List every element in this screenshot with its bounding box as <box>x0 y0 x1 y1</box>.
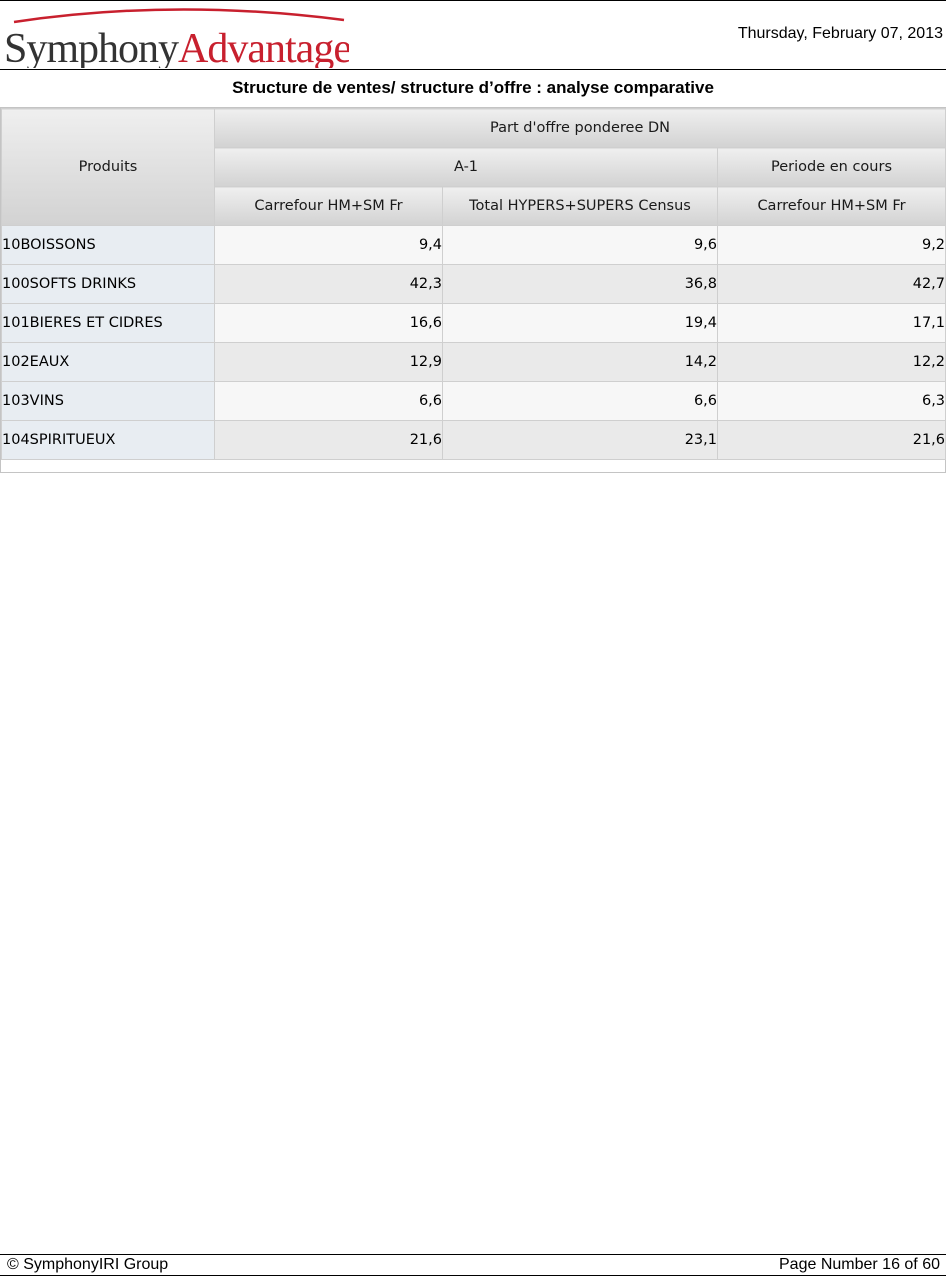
product-cell[interactable]: 100SOFTS DRINKS <box>1 264 215 304</box>
product-cell[interactable]: 104SPIRITUEUX <box>1 420 215 460</box>
value-cell: 21,6 <box>214 420 443 460</box>
report-table: Produits Part d'offre ponderee DN A-1 Pe… <box>1 108 946 460</box>
table-row: 102EAUX 12,9 14,2 12,2 <box>1 342 946 382</box>
column-header-period-current[interactable]: Periode en cours <box>716 147 946 187</box>
value-cell: 9,6 <box>442 225 718 265</box>
value-cell: 12,2 <box>716 342 946 382</box>
table-row: 10BOISSONS 9,4 9,6 9,2 <box>1 225 946 265</box>
logo-text-symphony: Symphony <box>4 26 179 68</box>
table-row: 100SOFTS DRINKS 42,3 36,8 42,7 <box>1 264 946 304</box>
value-cell: 12,9 <box>214 342 443 382</box>
value-cell: 16,6 <box>214 303 443 343</box>
column-header-period-a1[interactable]: A-1 <box>214 147 718 187</box>
value-cell: 42,3 <box>214 264 443 304</box>
table-row: 101BIERES ET CIDRES 16,6 19,4 17,1 <box>1 303 946 343</box>
report-date: Thursday, February 07, 2013 <box>737 25 943 42</box>
value-cell: 23,1 <box>442 420 718 460</box>
value-cell: 17,1 <box>716 303 946 343</box>
top-rule <box>0 0 946 1</box>
page-number: Page Number 16 of 60 <box>779 1256 940 1273</box>
report-title: Structure de ventes/ structure d’offre :… <box>232 78 714 97</box>
column-header-market-total-census[interactable]: Total HYPERS+SUPERS Census <box>442 186 718 226</box>
svg-text:SymphonyAdvantage: SymphonyAdvantage <box>4 26 349 68</box>
column-header-market-carrefour-a1[interactable]: Carrefour HM+SM Fr <box>214 186 443 226</box>
value-cell: 36,8 <box>442 264 718 304</box>
table-row: 103VINS 6,6 6,6 6,3 <box>1 381 946 421</box>
footer-bottom-rule <box>0 1275 946 1276</box>
product-cell[interactable]: 103VINS <box>1 381 215 421</box>
value-cell: 6,3 <box>716 381 946 421</box>
logo-swoosh-arc <box>13 8 345 24</box>
footer-top-rule <box>0 1254 946 1255</box>
symphony-advantage-logo: SymphonyAdvantage <box>4 4 349 68</box>
value-cell: 9,2 <box>716 225 946 265</box>
column-header-measure[interactable]: Part d'offre ponderee DN <box>213 108 946 148</box>
column-header-market-carrefour-current[interactable]: Carrefour HM+SM Fr <box>716 186 946 226</box>
value-cell: 14,2 <box>442 342 718 382</box>
product-cell[interactable]: 10BOISSONS <box>1 225 215 265</box>
value-cell: 6,6 <box>214 381 443 421</box>
value-cell: 6,6 <box>442 381 718 421</box>
product-cell[interactable]: 101BIERES ET CIDRES <box>1 303 215 343</box>
value-cell: 42,7 <box>716 264 946 304</box>
logo-text-advantage: Advantage <box>178 26 349 68</box>
table-row: 104SPIRITUEUX 21,6 23,1 21,6 <box>1 420 946 460</box>
header-row-measure: Produits Part d'offre ponderee DN <box>1 108 946 226</box>
value-cell: 9,4 <box>214 225 443 265</box>
column-header-produits[interactable]: Produits <box>1 108 215 226</box>
header-rule <box>0 69 946 70</box>
product-cell[interactable]: 102EAUX <box>1 342 215 382</box>
copyright-text: © SymphonyIRI Group <box>7 1256 169 1273</box>
report-table-container: Produits Part d'offre ponderee DN A-1 Pe… <box>0 107 946 473</box>
value-cell: 21,6 <box>716 420 946 460</box>
value-cell: 19,4 <box>442 303 718 343</box>
